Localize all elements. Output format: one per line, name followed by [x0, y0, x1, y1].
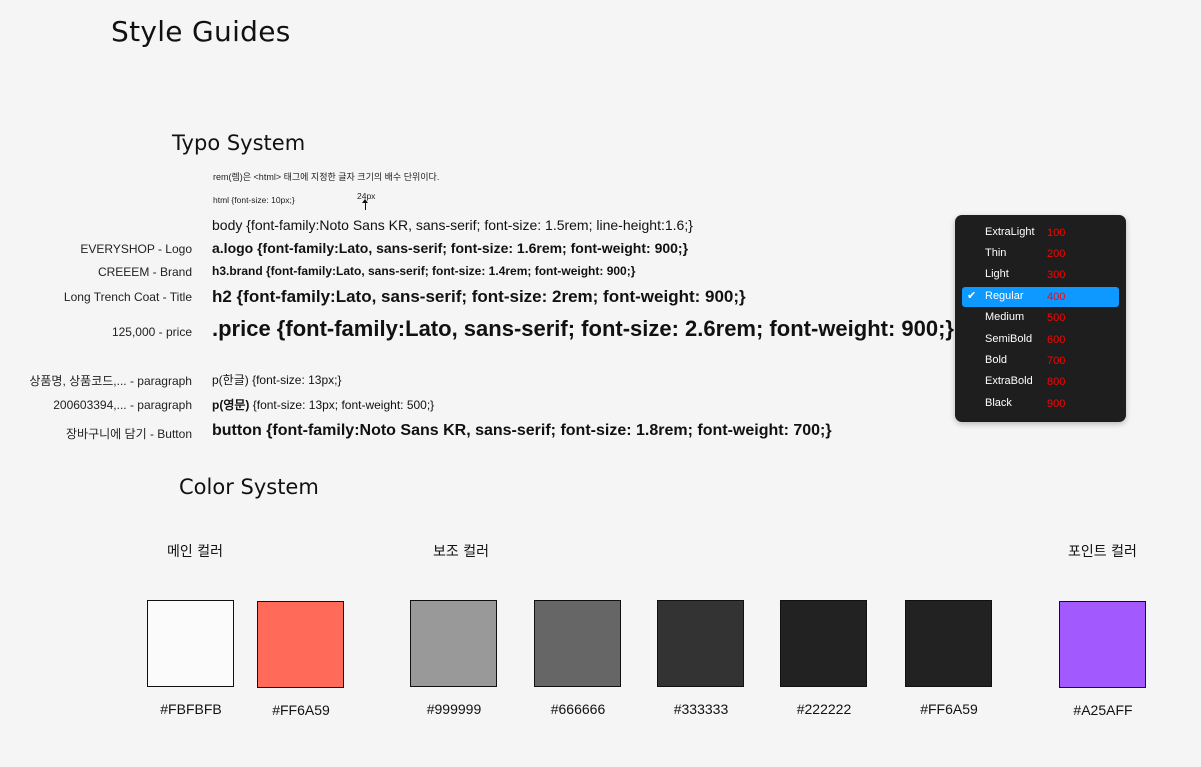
swatch-label-999999: #999999: [426, 701, 482, 717]
paragraph-en-rule-text: {font-size: 13px; font-weight: 500;}: [249, 398, 435, 412]
swatch-666666: [534, 600, 621, 687]
paragraph-en-label: 200603394,... - paragraph: [53, 398, 192, 412]
paragraph-en-rule: p(영문) {font-size: 13px; font-weight: 500…: [212, 396, 434, 413]
html-rule: html {font-size: 10px;}: [213, 195, 295, 205]
brand-rule: h3.brand {font-family:Lato, sans-serif; …: [212, 264, 636, 278]
logo-label: EVERYSHOP - Logo: [80, 242, 192, 256]
weight-option-medium[interactable]: Medium 500: [962, 308, 1119, 328]
title-rule: h2 {font-family:Lato, sans-serif; font-s…: [212, 287, 746, 306]
sub-color-label: 보조 컬러: [433, 544, 489, 560]
swatch-label-666666: #666666: [550, 701, 606, 717]
swatch-ff6a59: [257, 601, 344, 688]
weight-option-semibold[interactable]: SemiBold 600: [962, 330, 1119, 350]
weight-option-regular[interactable]: ✔ Regular 400: [962, 287, 1119, 307]
main-color-label: 메인 컬러: [167, 544, 223, 560]
weight-option-black[interactable]: Black 900: [962, 394, 1119, 414]
swatch-222222: [780, 600, 867, 687]
weight-option-extralight[interactable]: ExtraLight 100: [962, 223, 1119, 243]
swatch-333333: [657, 600, 744, 687]
paragraph-kr-rule: p(한글) {font-size: 13px;}: [212, 373, 342, 387]
weight-option-extrabold[interactable]: ExtraBold 800: [962, 372, 1119, 392]
swatch-label-fbfbfb: #FBFBFB: [160, 701, 222, 717]
button-rule: button {font-family:Noto Sans KR, sans-s…: [212, 422, 832, 439]
paragraph-kr-label: 상품명, 상품코드,... - paragraph: [29, 374, 192, 388]
swatch-999999: [410, 600, 497, 687]
swatch-label-222222: #222222: [796, 701, 852, 717]
rem-note: rem(렘)은 <html> 태그에 지정한 글자 크기의 배수 단위이다.: [213, 172, 440, 182]
swatch-label-a25aff: #A25AFF: [1073, 702, 1133, 718]
swatch-fbfbfb: [147, 600, 234, 687]
swatch-label-333333: #333333: [673, 701, 729, 717]
button-label: 장바구니에 담기 - Button: [66, 427, 192, 441]
title-label: Long Trench Coat - Title: [63, 290, 192, 304]
swatch-label-ff6a59: #FF6A59: [272, 702, 330, 718]
arrow-up-icon: [362, 199, 368, 210]
weight-option-light[interactable]: Light 300: [962, 265, 1119, 285]
page-title: Style Guides: [111, 15, 291, 48]
price-rule: .price {font-family:Lato, sans-serif; fo…: [212, 316, 954, 341]
check-icon: ✔: [967, 290, 977, 302]
swatch-a25aff: [1059, 601, 1146, 688]
paragraph-en-prefix: p(영문): [212, 398, 250, 412]
swatch-dark: [905, 600, 992, 687]
font-weight-dropdown[interactable]: ExtraLight 100 Thin 200 Light 300 ✔ Regu…: [955, 215, 1126, 422]
swatch-label-dark: #FF6A59: [920, 701, 978, 717]
price-label: 125,000 - price: [111, 325, 192, 339]
logo-rule: a.logo {font-family:Lato, sans-serif; fo…: [212, 240, 689, 256]
point-color-label: 포인트 컬러: [1068, 544, 1137, 560]
brand-label: CREEEM - Brand: [97, 265, 192, 279]
weight-option-thin[interactable]: Thin 200: [962, 244, 1119, 264]
weight-option-bold[interactable]: Bold 700: [962, 351, 1119, 371]
color-heading: Color System: [179, 475, 319, 499]
body-rule: body {font-family:Noto Sans KR, sans-ser…: [212, 217, 693, 233]
typo-heading: Typo System: [172, 131, 306, 155]
